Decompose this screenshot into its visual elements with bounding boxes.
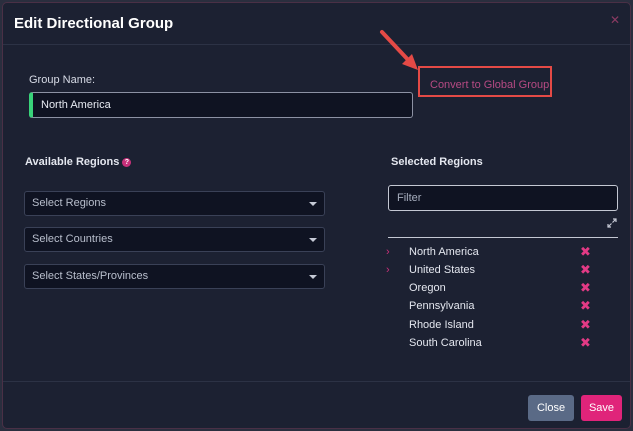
close-button[interactable]: Close — [528, 395, 574, 421]
annotation-arrow-icon — [380, 30, 418, 70]
caret-down-icon — [309, 202, 317, 206]
group-name-input[interactable]: North America — [29, 92, 413, 118]
select-regions-dropdown[interactable]: Select Regions — [24, 191, 325, 216]
remove-x-icon[interactable]: ✖ — [580, 244, 591, 260]
close-icon[interactable]: ✕ — [610, 13, 620, 27]
remove-x-icon[interactable]: ✖ — [580, 298, 591, 314]
caret-down-icon — [309, 275, 317, 279]
dialog-title: Edit Directional Group — [14, 15, 174, 32]
selected-item-label: Oregon — [409, 282, 446, 294]
selected-item-south-carolina: South Carolina ✖ — [386, 335, 596, 353]
selected-item-label: Pennsylvania — [409, 300, 475, 312]
chevron-right-icon[interactable]: › — [386, 264, 390, 276]
selected-item-label: United States — [409, 264, 476, 276]
selected-item-oregon: Oregon ✖ — [386, 280, 596, 298]
selected-item-north-america: › North America ✖ — [386, 244, 596, 262]
dialog-header: Edit Directional Group ✕ — [3, 3, 630, 45]
annotation-highlight-box — [418, 66, 552, 97]
chevron-right-icon[interactable]: › — [386, 246, 390, 258]
available-regions-heading: Available Regions? — [25, 156, 132, 168]
selected-regions-heading: Selected Regions — [391, 156, 483, 168]
select-regions-placeholder: Select Regions — [32, 197, 106, 209]
expand-icon[interactable] — [607, 218, 617, 228]
selected-list-divider — [388, 237, 618, 238]
select-states-placeholder: Select States/Provinces — [32, 270, 149, 282]
select-states-dropdown[interactable]: Select States/Provinces — [24, 264, 325, 289]
available-regions-label: Available Regions — [25, 156, 120, 168]
selected-item-pennsylvania: Pennsylvania ✖ — [386, 298, 596, 316]
selected-item-united-states: › United States ✖ — [386, 262, 596, 280]
select-countries-placeholder: Select Countries — [32, 233, 113, 245]
question-circle-icon[interactable]: ? — [122, 158, 132, 167]
filter-input[interactable]: Filter — [388, 185, 618, 211]
footer-divider — [3, 381, 630, 382]
remove-x-icon[interactable]: ✖ — [580, 335, 591, 351]
group-name-label: Group Name: — [29, 74, 96, 86]
save-button[interactable]: Save — [581, 395, 622, 421]
caret-down-icon — [309, 238, 317, 242]
remove-x-icon[interactable]: ✖ — [580, 317, 591, 333]
selected-item-label: South Carolina — [409, 337, 482, 349]
remove-x-icon[interactable]: ✖ — [580, 280, 591, 296]
selected-item-label: North America — [409, 246, 479, 258]
selected-item-label: Rhode Island — [409, 319, 474, 331]
remove-x-icon[interactable]: ✖ — [580, 262, 591, 278]
selected-item-rhode-island: Rhode Island ✖ — [386, 317, 596, 335]
select-countries-dropdown[interactable]: Select Countries — [24, 227, 325, 252]
